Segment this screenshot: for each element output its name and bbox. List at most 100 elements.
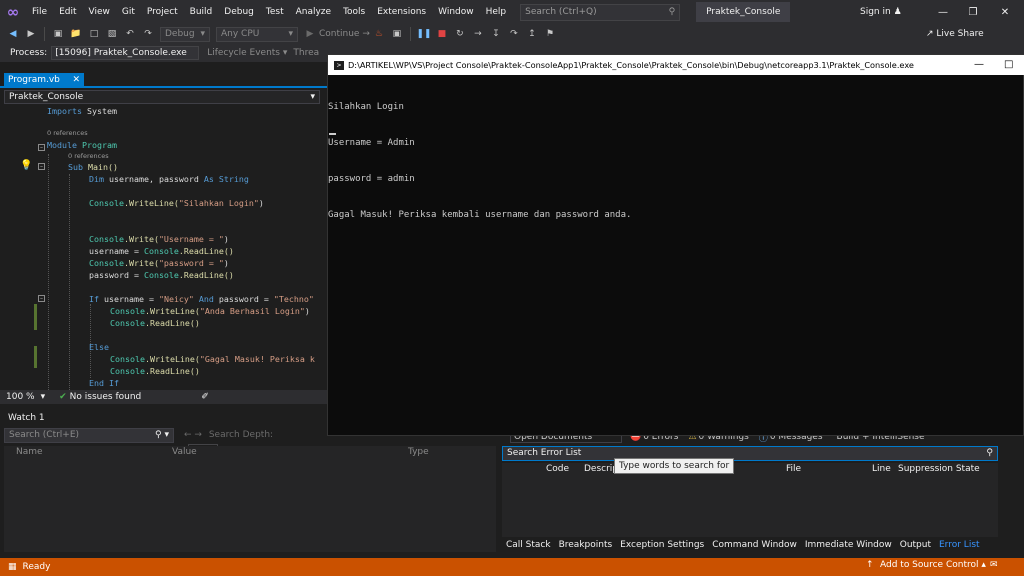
console-window[interactable]: > D:\ARTIKEL\WP\VS\Project Console\Prakt… [327,54,1024,436]
add-to-source-control-button[interactable]: Add to Source Control ▴ [880,560,986,570]
save-icon[interactable]: □ [87,27,101,41]
menu-git[interactable]: Git [116,0,141,24]
brush-icon[interactable]: ✐ [201,392,209,402]
watch-body[interactable] [4,460,496,552]
open-icon[interactable]: 📁 [69,27,83,41]
search-tooltip: Type words to search for [614,458,735,474]
menu-analyze[interactable]: Analyze [290,0,337,24]
pause-icon[interactable]: ❚❚ [416,27,431,41]
title-bar: ∞ File Edit View Git Project Build Debug… [0,0,1024,24]
zoom-level[interactable]: 100 % [6,392,35,402]
forward-icon[interactable]: → [194,430,202,440]
restore-icon[interactable]: ❐ [958,0,988,24]
tab-immediate-window[interactable]: Immediate Window [801,540,896,550]
code-editor[interactable]: 💡 – – – Imports System 0 references Modu… [0,104,327,390]
menu-extensions[interactable]: Extensions [371,0,432,24]
continue-button[interactable]: Continue → [319,29,370,39]
sign-in-link[interactable]: Sign in ♟ [860,0,902,24]
back-icon[interactable]: ◀ [6,27,20,41]
step-out-icon[interactable]: ↥ [525,27,539,41]
show-next-icon[interactable]: → [471,27,485,41]
tab-error-list[interactable]: Error List [935,540,984,550]
navigation-dropdown[interactable]: Praktek_Console ▾ [4,90,320,104]
hot-reload-icon[interactable]: ♨ [372,27,386,41]
lightbulb-icon[interactable]: 💡 [20,160,32,171]
menu-build[interactable]: Build [184,0,219,24]
tab-output[interactable]: Output [896,540,935,550]
live-share-button[interactable]: ↗ Live Share [926,24,984,44]
notifications-icon[interactable]: ✉ [990,560,998,570]
column-type[interactable]: Type [408,447,429,457]
fold-toggle[interactable]: – [38,163,45,170]
watch-search-input[interactable]: Search (Ctrl+E) ⚲ ▾ [4,428,174,443]
menu-help[interactable]: Help [480,0,513,24]
column-file[interactable]: File [786,464,801,474]
step-into-icon[interactable]: ↧ [489,27,503,41]
zoom-dropdown-icon[interactable]: ▾ [41,392,46,402]
column-name[interactable]: Name [16,447,43,457]
code-line: Sub Main() [68,162,118,172]
tab-command-window[interactable]: Command Window [708,540,801,550]
column-code[interactable]: Code [546,464,569,474]
search-depth: ← → Search Depth: [184,428,304,456]
search-icon: ⚲ [668,7,676,17]
code-line: If username = "Neicy" And password = "Te… [89,294,314,304]
stop-icon[interactable]: ■ [435,27,449,41]
minimize-icon[interactable]: — [928,0,958,24]
tab-call-stack[interactable]: Call Stack [502,540,555,550]
close-tab-icon[interactable]: ✕ [72,75,80,85]
column-suppression-state[interactable]: Suppression State [898,464,980,474]
tab-breakpoints[interactable]: Breakpoints [555,540,617,550]
continue-icon[interactable]: ▶ [303,27,317,41]
process-dropdown[interactable]: [15096] Praktek_Console.exe [51,46,200,60]
search-icon: ⚲ [986,448,993,458]
menu-test[interactable]: Test [260,0,290,24]
menu-edit[interactable]: Edit [53,0,82,24]
live-share-icon: ↗ [926,29,934,39]
configuration-dropdown[interactable]: Debug ▾ [160,26,210,42]
code-line: Console.ReadLine() [110,318,200,328]
console-maximize-icon[interactable]: □ [1004,55,1013,75]
menu-file[interactable]: File [26,0,53,24]
lifecycle-events-dropdown[interactable]: Lifecycle Events ▾ [207,48,287,58]
undo-icon[interactable]: ↶ [123,27,137,41]
status-bar: ▦ Ready ↑ Add to Source Control ▴ ✉ [0,558,1024,576]
console-line: Silahkan Login [328,102,404,112]
codelens-references[interactable]: 0 references [68,151,109,161]
redo-icon[interactable]: ↷ [141,27,155,41]
restart-icon[interactable]: ↻ [453,27,467,41]
camera-icon[interactable]: ▣ [390,27,404,41]
fold-toggle[interactable]: – [38,144,45,151]
codelens-references[interactable]: 0 references [47,128,88,138]
column-line[interactable]: Line [872,464,891,474]
fold-toggle[interactable]: – [38,295,45,302]
toolbar: ◀ ▶ ▣ 📁 □ ▧ ↶ ↷ Debug ▾ Any CPU ▾ ▶ Contin… [0,24,1024,44]
user-icon: ♟ [893,7,902,17]
code-line: Dim username, password As String [89,174,249,184]
search-input[interactable]: Search (Ctrl+Q) ⚲ [520,3,681,21]
issues-status[interactable]: No issues found [70,392,142,402]
tab-exception-settings[interactable]: Exception Settings [616,540,708,550]
column-value[interactable]: Value [172,447,197,457]
console-title-bar[interactable]: > D:\ARTIKEL\WP\VS\Project Console\Prakt… [328,55,1024,75]
error-list-body[interactable] [502,477,998,537]
menu-project[interactable]: Project [141,0,184,24]
menu-tools[interactable]: Tools [337,0,371,24]
bookmark-icon[interactable]: ⚑ [543,27,557,41]
platform-dropdown[interactable]: Any CPU ▾ [216,26,298,42]
save-all-icon[interactable]: ▧ [105,27,119,41]
code-line: Console.Write("password = ") [89,258,229,268]
console-minimize-icon[interactable]: — [974,55,984,75]
new-item-icon[interactable]: ▣ [51,27,65,41]
tab-program-vb[interactable]: Program.vb ✕ [4,73,84,87]
error-list-search-input[interactable]: Search Error List ⚲ [502,446,998,461]
menu-debug[interactable]: Debug [218,0,260,24]
back-icon[interactable]: ← [184,430,192,440]
menu-window[interactable]: Window [432,0,480,24]
menu-view[interactable]: View [83,0,116,24]
separator [44,27,45,41]
close-icon[interactable]: ✕ [990,0,1020,24]
code-line: Console.Write("Username = ") [89,234,229,244]
step-over-icon[interactable]: ↷ [507,27,521,41]
forward-icon[interactable]: ▶ [24,27,38,41]
